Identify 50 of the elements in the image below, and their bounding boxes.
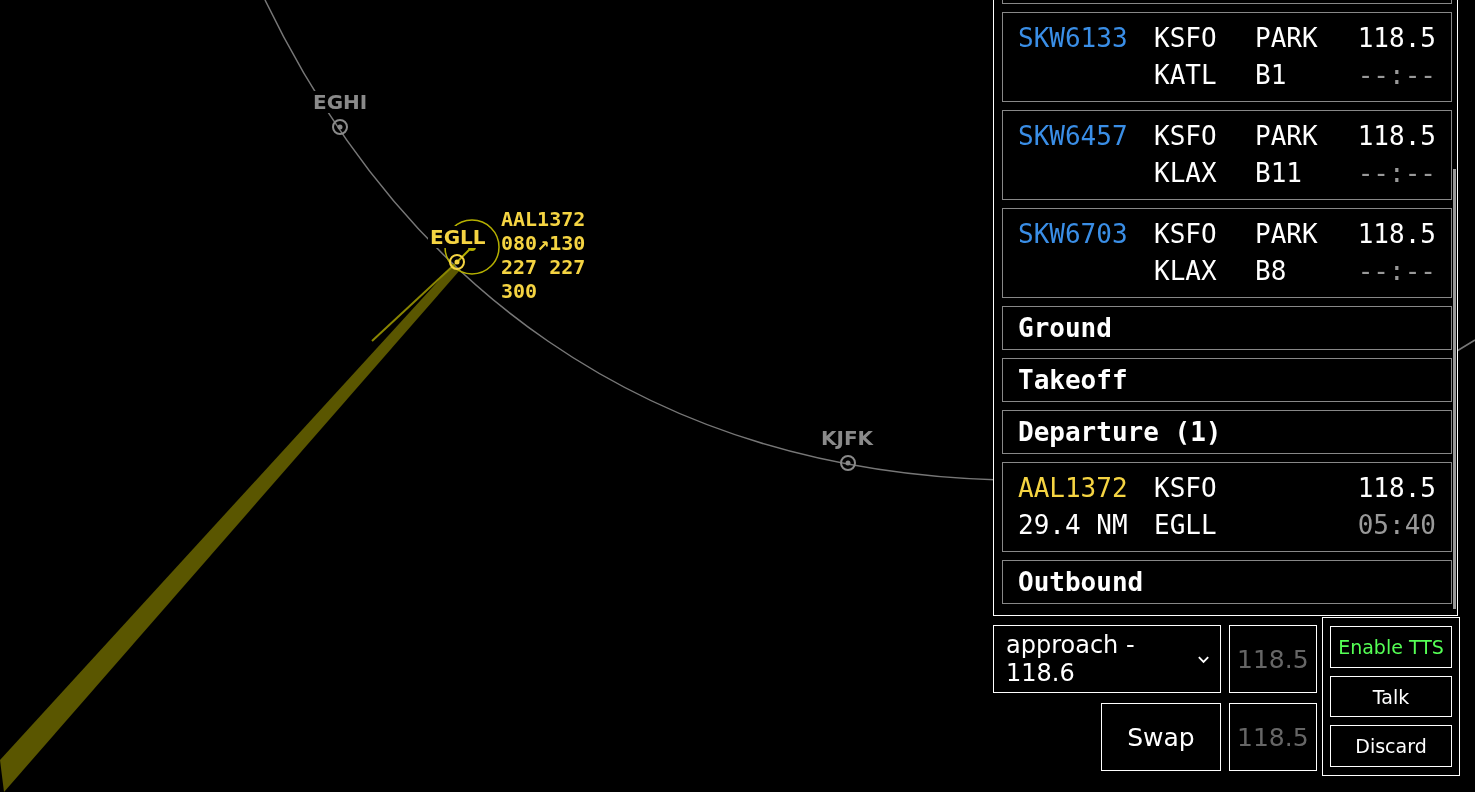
voice-button[interactable]: Talk xyxy=(1330,675,1452,718)
origin-text: KSFO xyxy=(1154,22,1218,55)
flight-strip[interactable]: SKW6133 KSFO PARK 118.5 KATL B1 --:-- xyxy=(1002,12,1452,102)
callsign-text: SKW6133 xyxy=(1018,22,1129,55)
callsign-text: SKW6703 xyxy=(1018,218,1129,251)
active-frequency-field[interactable]: 118.5 xyxy=(1229,625,1317,693)
frequency-text: 118.5 xyxy=(1357,120,1436,153)
frequency-text: 118.5 xyxy=(1357,218,1436,251)
destination-text: KLAX xyxy=(1154,255,1218,288)
flight-strip[interactable]: AAL1372 KSFO 118.5 29.4 NM EGLL 05:40 xyxy=(1002,462,1452,552)
frequency-text: 118.5 xyxy=(1357,472,1436,505)
status-text: PARK xyxy=(1255,120,1319,153)
time-text: --:-- xyxy=(1357,255,1436,288)
destination-text: EGLL xyxy=(1154,509,1218,542)
section-header[interactable]: Departure (1) xyxy=(1002,410,1452,454)
distance-text: 29.4 NM xyxy=(1018,509,1129,542)
destination-text: KATL xyxy=(1154,59,1218,92)
time-text: --:-- xyxy=(1357,59,1436,92)
data-block-line: 080↗130 xyxy=(501,231,586,255)
stand-text: B8 xyxy=(1255,255,1288,288)
origin-text: KSFO xyxy=(1154,218,1218,251)
callsign-text: SKW6457 xyxy=(1018,120,1129,153)
stand-text: B1 xyxy=(1255,59,1288,92)
tts-toggle-button[interactable]: Enable TTS xyxy=(1330,626,1452,668)
stand-text: B11 xyxy=(1255,157,1303,190)
voice-button[interactable]: Discard xyxy=(1330,725,1452,767)
origin-text: KSFO xyxy=(1154,120,1218,153)
status-text: PARK xyxy=(1255,218,1319,251)
status-text: PARK xyxy=(1255,22,1319,55)
callsign-text: AAL1372 xyxy=(1018,472,1129,505)
flight-strip[interactable]: SKW6703 KSFO PARK 118.5 KLAX B8 --:-- xyxy=(1002,208,1452,298)
time-text: 05:40 xyxy=(1357,509,1436,542)
standby-frequency-field[interactable]: 118.5 xyxy=(1229,703,1317,771)
data-block-line: AAL1372 xyxy=(501,207,586,231)
section-header[interactable]: Ground xyxy=(1002,306,1452,350)
time-text: --:-- xyxy=(1357,157,1436,190)
scrollbar[interactable] xyxy=(1453,169,1456,609)
frequency-select[interactable]: approach - 118.6 xyxy=(993,625,1221,693)
origin-text: KSFO xyxy=(1154,472,1218,505)
data-block-line: 227 227 xyxy=(501,255,586,279)
frequency-text: 118.5 xyxy=(1357,22,1436,55)
swap-button[interactable]: Swap xyxy=(1101,703,1221,771)
fix-label: EGLL xyxy=(428,226,488,248)
section-header[interactable]: Takeoff xyxy=(1002,358,1452,402)
select-value: approach - 118.6 xyxy=(1006,631,1136,687)
section-header[interactable]: Outbound xyxy=(1002,560,1452,604)
data-block-line: 300 xyxy=(501,279,539,303)
chevron-down-icon xyxy=(1196,654,1210,664)
destination-text: KLAX xyxy=(1154,157,1218,190)
flight-strip[interactable]: SKW6457 KSFO PARK 118.5 KLAX B11 --:-- xyxy=(1002,110,1452,200)
